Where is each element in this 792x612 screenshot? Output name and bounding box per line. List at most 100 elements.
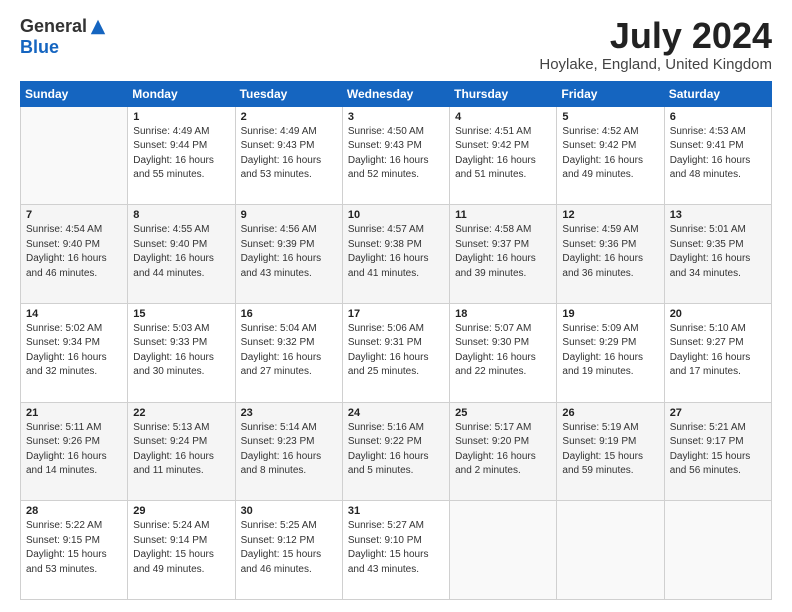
day-info: Sunrise: 5:27 AM Sunset: 9:10 PM Dayligh… [348,519,444,577]
table-row [664,501,771,600]
day-number: 21 [26,407,122,419]
title-area: July 2024 Hoylake, England, United Kingd… [539,16,772,73]
calendar-week-row: 14Sunrise: 5:02 AM Sunset: 9:34 PM Dayli… [21,303,772,402]
day-number: 23 [241,407,337,419]
day-info: Sunrise: 5:10 AM Sunset: 9:27 PM Dayligh… [670,322,766,380]
calendar-table: Sunday Monday Tuesday Wednesday Thursday… [20,81,772,600]
day-number: 10 [348,209,444,221]
day-number: 25 [455,407,551,419]
day-info: Sunrise: 4:51 AM Sunset: 9:42 PM Dayligh… [455,125,551,183]
logo-icon [89,18,107,36]
day-number: 2 [241,111,337,123]
calendar-week-row: 1Sunrise: 4:49 AM Sunset: 9:44 PM Daylig… [21,106,772,205]
col-tuesday: Tuesday [235,81,342,106]
day-info: Sunrise: 5:17 AM Sunset: 9:20 PM Dayligh… [455,421,551,479]
table-row: 20 Sunrise: 5:10 AM Sunset: 9:27 PM Dayli… [664,303,771,402]
table-row: 5 Sunrise: 4:52 AM Sunset: 9:42 PM Daylig… [557,106,664,205]
day-info: Sunrise: 4:58 AM Sunset: 9:37 PM Dayligh… [455,223,551,281]
day-number: 4 [455,111,551,123]
day-info: Sunrise: 5:11 AM Sunset: 9:26 PM Dayligh… [26,421,122,479]
day-info: Sunrise: 5:01 AM Sunset: 9:35 PM Dayligh… [670,223,766,281]
day-number: 8 [133,209,229,221]
day-number: 14 [26,308,122,320]
logo-general-text: General [20,16,87,37]
table-row: 4 Sunrise: 4:51 AM Sunset: 9:42 PM Daylig… [450,106,557,205]
table-row: 15Sunrise: 5:03 AM Sunset: 9:33 PM Dayli… [128,303,235,402]
day-number: 12 [562,209,658,221]
day-info: Sunrise: 4:49 AM Sunset: 9:44 PM Dayligh… [133,125,229,183]
day-number: 31 [348,505,444,517]
day-number: 3 [348,111,444,123]
table-row: 24Sunrise: 5:16 AM Sunset: 9:22 PM Dayli… [342,402,449,501]
location: Hoylake, England, United Kingdom [539,56,772,73]
day-info: Sunrise: 4:52 AM Sunset: 9:42 PM Dayligh… [562,125,658,183]
table-row: 29 Sunrise: 5:24 AM Sunset: 9:14 PM Dayli… [128,501,235,600]
day-info: Sunrise: 4:57 AM Sunset: 9:38 PM Dayligh… [348,223,444,281]
day-number: 17 [348,308,444,320]
day-info: Sunrise: 5:22 AM Sunset: 9:15 PM Dayligh… [26,519,122,577]
table-row: 23 Sunrise: 5:14 AM Sunset: 9:23 PM Dayli… [235,402,342,501]
day-info: Sunrise: 5:14 AM Sunset: 9:23 PM Dayligh… [241,421,337,479]
day-info: Sunrise: 5:16 AM Sunset: 9:22 PM Dayligh… [348,421,444,479]
day-info: Sunrise: 4:50 AM Sunset: 9:43 PM Dayligh… [348,125,444,183]
table-row: 7Sunrise: 4:54 AM Sunset: 9:40 PM Daylig… [21,205,128,304]
day-info: Sunrise: 5:25 AM Sunset: 9:12 PM Dayligh… [241,519,337,577]
day-info: Sunrise: 5:07 AM Sunset: 9:30 PM Dayligh… [455,322,551,380]
table-row [21,106,128,205]
day-info: Sunrise: 4:55 AM Sunset: 9:40 PM Dayligh… [133,223,229,281]
day-info: Sunrise: 4:54 AM Sunset: 9:40 PM Dayligh… [26,223,122,281]
day-number: 29 [133,505,229,517]
day-number: 6 [670,111,766,123]
col-wednesday: Wednesday [342,81,449,106]
day-number: 18 [455,308,551,320]
day-number: 5 [562,111,658,123]
day-number: 9 [241,209,337,221]
calendar-week-row: 28Sunrise: 5:22 AM Sunset: 9:15 PM Dayli… [21,501,772,600]
col-monday: Monday [128,81,235,106]
day-info: Sunrise: 5:21 AM Sunset: 9:17 PM Dayligh… [670,421,766,479]
logo: General Blue [20,16,107,58]
table-row: 2Sunrise: 4:49 AM Sunset: 9:43 PM Daylig… [235,106,342,205]
table-row: 17 Sunrise: 5:06 AM Sunset: 9:31 PM Dayli… [342,303,449,402]
day-info: Sunrise: 5:06 AM Sunset: 9:31 PM Dayligh… [348,322,444,380]
table-row: 16Sunrise: 5:04 AM Sunset: 9:32 PM Dayli… [235,303,342,402]
col-thursday: Thursday [450,81,557,106]
table-row: 12 Sunrise: 4:59 AM Sunset: 9:36 PM Dayli… [557,205,664,304]
col-sunday: Sunday [21,81,128,106]
calendar-week-row: 21 Sunrise: 5:11 AM Sunset: 9:26 PM Dayli… [21,402,772,501]
table-row: 8 Sunrise: 4:55 AM Sunset: 9:40 PM Daylig… [128,205,235,304]
table-row: 28Sunrise: 5:22 AM Sunset: 9:15 PM Dayli… [21,501,128,600]
page: General Blue July 2024 Hoylake, England,… [0,0,792,612]
calendar-week-row: 7Sunrise: 4:54 AM Sunset: 9:40 PM Daylig… [21,205,772,304]
table-row: 9 Sunrise: 4:56 AM Sunset: 9:39 PM Daylig… [235,205,342,304]
day-number: 20 [670,308,766,320]
calendar-header-row: Sunday Monday Tuesday Wednesday Thursday… [21,81,772,106]
table-row: 18 Sunrise: 5:07 AM Sunset: 9:30 PM Dayli… [450,303,557,402]
day-number: 11 [455,209,551,221]
day-info: Sunrise: 5:04 AM Sunset: 9:32 PM Dayligh… [241,322,337,380]
table-row: 10 Sunrise: 4:57 AM Sunset: 9:38 PM Dayli… [342,205,449,304]
day-number: 15 [133,308,229,320]
day-info: Sunrise: 4:53 AM Sunset: 9:41 PM Dayligh… [670,125,766,183]
col-friday: Friday [557,81,664,106]
day-info: Sunrise: 5:24 AM Sunset: 9:14 PM Dayligh… [133,519,229,577]
day-number: 30 [241,505,337,517]
day-info: Sunrise: 4:59 AM Sunset: 9:36 PM Dayligh… [562,223,658,281]
table-row: 26 Sunrise: 5:19 AM Sunset: 9:19 PM Dayli… [557,402,664,501]
table-row: 22 Sunrise: 5:13 AM Sunset: 9:24 PM Dayli… [128,402,235,501]
day-number: 22 [133,407,229,419]
day-number: 19 [562,308,658,320]
day-number: 27 [670,407,766,419]
table-row [557,501,664,600]
day-number: 26 [562,407,658,419]
table-row: 19Sunrise: 5:09 AM Sunset: 9:29 PM Dayli… [557,303,664,402]
day-info: Sunrise: 5:13 AM Sunset: 9:24 PM Dayligh… [133,421,229,479]
day-info: Sunrise: 5:19 AM Sunset: 9:19 PM Dayligh… [562,421,658,479]
header: General Blue July 2024 Hoylake, England,… [20,16,772,73]
table-row [450,501,557,600]
table-row: 13Sunrise: 5:01 AM Sunset: 9:35 PM Dayli… [664,205,771,304]
day-info: Sunrise: 4:56 AM Sunset: 9:39 PM Dayligh… [241,223,337,281]
table-row: 27 Sunrise: 5:21 AM Sunset: 9:17 PM Dayli… [664,402,771,501]
table-row: 6 Sunrise: 4:53 AM Sunset: 9:41 PM Daylig… [664,106,771,205]
table-row: 11 Sunrise: 4:58 AM Sunset: 9:37 PM Dayli… [450,205,557,304]
